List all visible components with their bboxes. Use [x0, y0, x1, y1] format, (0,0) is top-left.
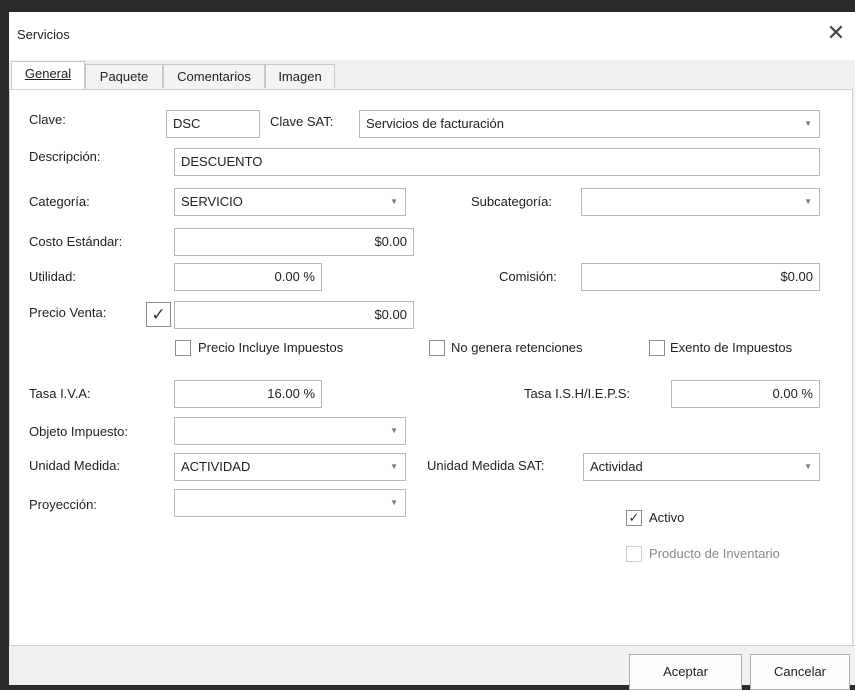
tasa-ish-label: Tasa I.S.H/I.E.P.S: — [524, 386, 630, 401]
clave-sat-select[interactable]: Servicios de facturación ▼ — [359, 110, 820, 138]
window-title: Servicios — [17, 27, 70, 42]
exento-impuestos-label: Exento de Impuestos — [670, 340, 793, 355]
chevron-down-icon: ▼ — [804, 119, 812, 128]
categoria-label: Categoría: — [29, 194, 90, 209]
unidad-medida-sat-value: Actividad — [590, 459, 643, 474]
descripcion-field[interactable]: DESCUENTO — [174, 148, 820, 176]
precio-venta-field[interactable]: $0.00 — [174, 301, 414, 329]
tasa-iva-label: Tasa I.V.A: — [29, 386, 91, 401]
tab-imagen[interactable]: Imagen — [265, 64, 335, 88]
producto-inventario-checkbox — [626, 546, 642, 562]
producto-inventario-label: Producto de Inventario — [649, 546, 780, 561]
subcategoria-label: Subcategoría: — [471, 194, 552, 209]
tab-label: Comentarios — [177, 69, 251, 84]
clave-label: Clave: — [29, 112, 66, 127]
clave-sat-label: Clave SAT: — [270, 114, 334, 129]
close-icon[interactable]: ✕ — [821, 18, 851, 48]
tasa-ish-field[interactable]: 0.00 % — [671, 380, 820, 408]
precio-incluye-impuestos-checkbox[interactable] — [175, 340, 191, 356]
unidad-medida-value: ACTIVIDAD — [181, 459, 251, 474]
clave-field[interactable]: DSC — [166, 110, 260, 138]
precio-venta-label: Precio Venta: — [29, 305, 107, 320]
costo-field[interactable]: $0.00 — [174, 228, 414, 256]
tab-comentarios[interactable]: Comentarios — [163, 64, 265, 88]
chevron-down-icon: ▼ — [390, 426, 398, 435]
unidad-medida-sat-label: Unidad Medida SAT: — [427, 458, 545, 473]
activo-label: Activo — [649, 510, 685, 525]
exento-impuestos-checkbox[interactable] — [649, 340, 665, 356]
comision-field[interactable]: $0.00 — [581, 263, 820, 291]
categoria-select[interactable]: SERVICIO ▼ — [174, 188, 406, 216]
chevron-down-icon: ▼ — [804, 462, 812, 471]
tab-paquete[interactable]: Paquete — [85, 64, 163, 88]
precio-incluye-impuestos-label: Precio Incluye Impuestos — [198, 340, 344, 355]
utilidad-label: Utilidad: — [29, 269, 76, 284]
categoria-value: SERVICIO — [181, 194, 243, 209]
unidad-medida-label: Unidad Medida: — [29, 458, 121, 473]
footer-divider — [9, 645, 855, 646]
chevron-down-icon: ▼ — [390, 498, 398, 507]
descripcion-label: Descripción: — [29, 149, 101, 164]
proyeccion-select[interactable]: ▼ — [174, 489, 406, 517]
utilidad-field[interactable]: 0.00 % — [174, 263, 322, 291]
clave-sat-value: Servicios de facturación — [366, 116, 505, 131]
proyeccion-label: Proyección: — [29, 497, 97, 512]
precio-venta-checkbox[interactable]: ✓ — [146, 302, 171, 327]
tab-bar: General Paquete Comentarios Imagen — [9, 61, 855, 89]
objeto-impuesto-select[interactable]: ▼ — [174, 417, 406, 445]
unidad-medida-select[interactable]: ACTIVIDAD ▼ — [174, 453, 406, 481]
activo-checkbox[interactable]: ✓ — [626, 510, 642, 526]
chevron-down-icon: ▼ — [804, 197, 812, 206]
chevron-down-icon: ▼ — [390, 462, 398, 471]
dialog: Servicios ✕ General Paquete Comentarios … — [9, 12, 855, 690]
objeto-impuesto-label: Objeto Impuesto: — [29, 424, 128, 439]
tab-label: Imagen — [278, 69, 322, 84]
tab-label: Paquete — [99, 69, 149, 84]
tab-general[interactable]: General — [11, 61, 85, 89]
unidad-medida-sat-select[interactable]: Actividad ▼ — [583, 453, 820, 481]
costo-label: Costo Estándar: — [29, 234, 123, 249]
comision-label: Comisión: — [499, 269, 557, 284]
no-genera-retenciones-label: No genera retenciones — [451, 340, 583, 355]
chevron-down-icon: ▼ — [390, 197, 398, 206]
title-bar: Servicios ✕ — [9, 12, 855, 60]
no-genera-retenciones-checkbox[interactable] — [429, 340, 445, 356]
tasa-iva-field[interactable]: 16.00 % — [174, 380, 322, 408]
subcategoria-select[interactable]: ▼ — [581, 188, 820, 216]
tab-label: General — [24, 66, 72, 81]
